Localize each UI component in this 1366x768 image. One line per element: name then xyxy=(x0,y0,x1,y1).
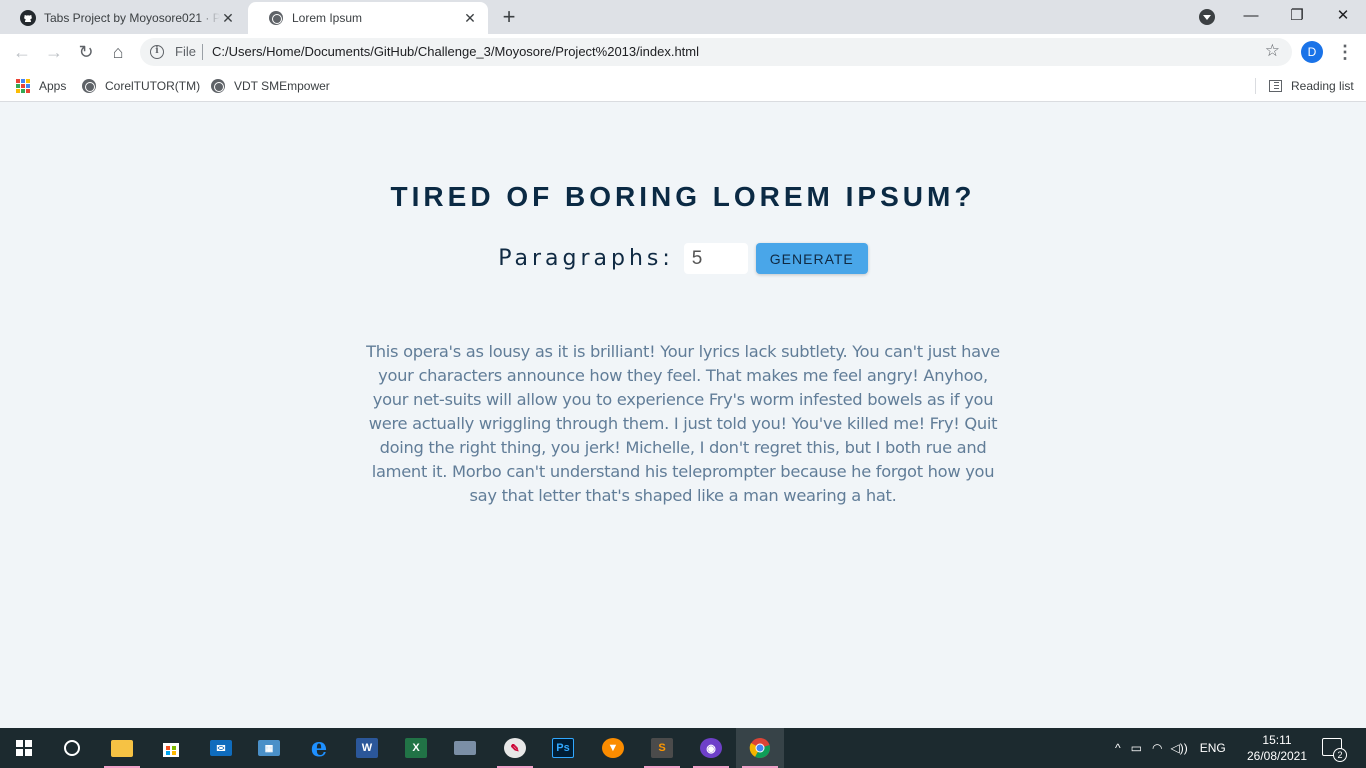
clock[interactable]: 15:11 26/08/2021 xyxy=(1240,732,1314,764)
page-content: TIRED OF BORING LOREM IPSUM? Paragraphs:… xyxy=(0,103,1366,728)
browser-toolbar: ← → ↻ ⌂ i File C:/Users/Home/Documents/G… xyxy=(0,34,1366,70)
file-explorer-icon[interactable] xyxy=(98,728,146,768)
lorem-paragraph: This opera's as lousy as it is brilliant… xyxy=(366,342,1000,505)
tab-strip: Tabs Project by Moyosore021 · Pu ✕ Lorem… xyxy=(0,0,1366,34)
network-settings-icon[interactable]: ▦ xyxy=(245,728,293,768)
reading-list-label: Reading list xyxy=(1291,79,1354,93)
sublime-text-icon[interactable]: S xyxy=(638,728,686,768)
forward-arrow-icon[interactable]: → xyxy=(42,40,66,64)
windows-start-icon[interactable] xyxy=(0,728,48,768)
tab-title: Tabs Project by Moyosore021 · Pu xyxy=(44,11,220,25)
back-arrow-icon[interactable]: ← xyxy=(10,40,34,64)
github-icon xyxy=(20,10,36,26)
close-window-button[interactable]: ✕ xyxy=(1320,4,1366,28)
brave-icon[interactable]: ▼ xyxy=(589,728,637,768)
address-separator xyxy=(202,44,203,60)
mail-icon[interactable]: ✉ xyxy=(197,728,245,768)
reload-icon[interactable]: ↻ xyxy=(74,40,98,64)
globe-icon xyxy=(210,78,226,94)
system-tray: ^ ▭ ◠ ◁)) ENG xyxy=(1115,728,1226,768)
tab-title: Lorem Ipsum xyxy=(292,11,363,25)
language-indicator[interactable]: ENG xyxy=(1200,741,1226,755)
generate-button[interactable]: GENERATE xyxy=(755,243,868,274)
globe-icon xyxy=(81,78,97,94)
windows-taskbar: ✉ ▦ e W X ✎ Ps ▼ S ◉ ^ ▭ ◠ ◁)) ENG 15:11… xyxy=(0,728,1366,768)
tab-close-icon[interactable]: ✕ xyxy=(220,10,236,26)
wifi-icon[interactable]: ◠ xyxy=(1152,741,1162,755)
reading-list-icon xyxy=(1267,78,1283,94)
word-icon[interactable]: W xyxy=(343,728,391,768)
bookmark-star-icon[interactable]: ☆ xyxy=(1265,41,1280,61)
bookmarks-bar: Apps CorelTUTOR(TM) VDT SMEmpower Readin… xyxy=(0,70,1366,102)
volume-icon[interactable]: ◁)) xyxy=(1170,741,1187,755)
globe-icon xyxy=(268,10,284,26)
cortana-search-icon[interactable] xyxy=(48,728,96,768)
clock-time: 15:11 xyxy=(1262,733,1292,747)
battery-icon[interactable]: ▭ xyxy=(1131,741,1142,755)
scheme-label: File xyxy=(175,44,196,59)
url-text[interactable]: C:/Users/Home/Documents/GitHub/Challenge… xyxy=(212,44,699,59)
minimize-button[interactable]: — xyxy=(1228,4,1274,28)
paint-icon[interactable]: ✎ xyxy=(491,728,539,768)
bookmark-label: Apps xyxy=(39,79,67,93)
excel-icon[interactable]: X xyxy=(392,728,440,768)
chrome-icon[interactable] xyxy=(736,728,784,768)
menu-kebab-icon[interactable]: ⋮ xyxy=(1336,40,1354,64)
apps-grid-icon xyxy=(15,78,31,94)
edge-icon[interactable]: e xyxy=(295,728,343,768)
paragraphs-label: Paragraphs: xyxy=(498,246,674,271)
bookmark-label: CorelTUTOR(TM) xyxy=(105,79,201,93)
info-icon[interactable]: i xyxy=(150,45,164,59)
address-bar[interactable]: i File C:/Users/Home/Documents/GitHub/Ch… xyxy=(140,38,1292,66)
bookmarks-divider xyxy=(1255,78,1256,94)
clock-date: 26/08/2021 xyxy=(1246,749,1308,763)
tab-tabs-project[interactable]: Tabs Project by Moyosore021 · Pu ✕ xyxy=(0,2,246,34)
bookmark-vdt-smempower[interactable]: VDT SMEmpower xyxy=(210,76,330,96)
paragraphs-input[interactable] xyxy=(683,243,748,274)
scanner-icon[interactable] xyxy=(441,728,489,768)
reading-list-button[interactable]: Reading list xyxy=(1267,76,1354,96)
bookmark-coreltutor[interactable]: CorelTUTOR(TM) xyxy=(81,76,200,96)
restore-button[interactable]: ❐ xyxy=(1274,4,1320,28)
tab-close-icon[interactable]: ✕ xyxy=(462,10,478,26)
github-desktop-icon[interactable]: ◉ xyxy=(687,728,735,768)
new-tab-button[interactable]: + xyxy=(498,6,520,28)
bookmark-apps[interactable]: Apps xyxy=(15,76,66,96)
tab-search-icon[interactable] xyxy=(1199,9,1215,25)
tab-lorem-ipsum[interactable]: Lorem Ipsum ✕ xyxy=(248,2,488,34)
notification-count-badge: 2 xyxy=(1333,748,1347,762)
home-icon[interactable]: ⌂ xyxy=(106,40,130,64)
show-hidden-icons-icon[interactable]: ^ xyxy=(1115,741,1121,755)
profile-avatar[interactable]: D xyxy=(1301,41,1323,63)
page-title: TIRED OF BORING LOREM IPSUM? xyxy=(390,181,976,212)
microsoft-store-icon[interactable] xyxy=(147,728,195,768)
bookmark-label: VDT SMEmpower xyxy=(234,79,330,93)
photoshop-icon[interactable]: Ps xyxy=(539,728,587,768)
lorem-form: Paragraphs: GENERATE xyxy=(0,243,1366,274)
